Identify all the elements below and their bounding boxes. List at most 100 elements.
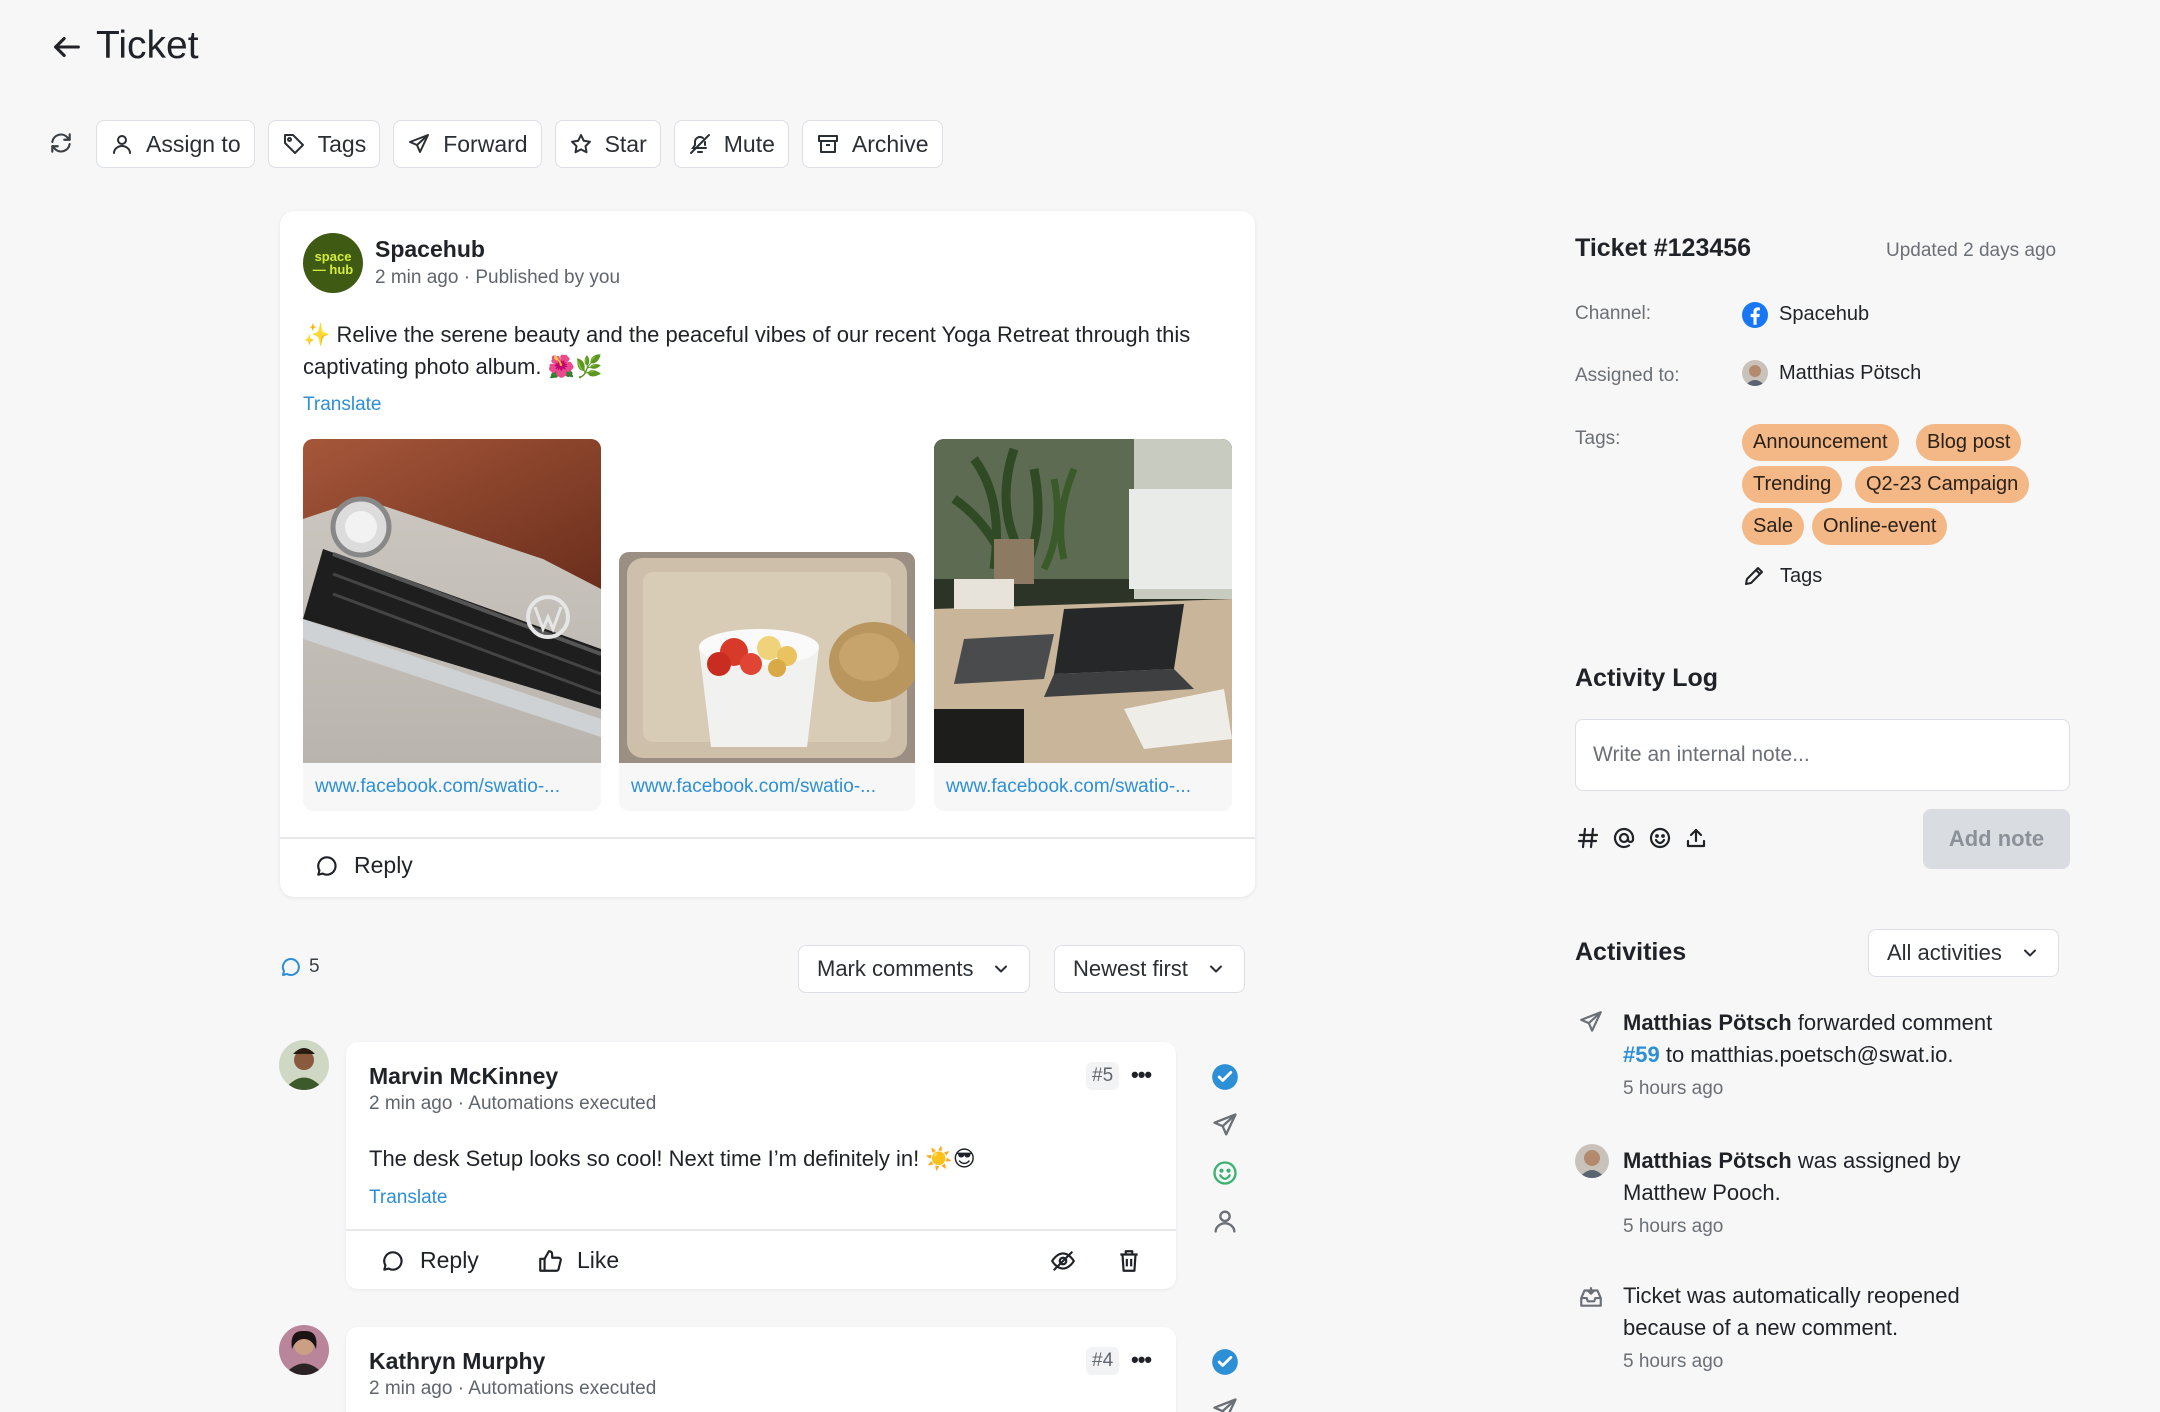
post-reply-button[interactable]: Reply — [314, 852, 413, 879]
food-photo[interactable] — [619, 552, 915, 763]
comment-link[interactable]: #59 — [1623, 1042, 1660, 1067]
post-image-card[interactable]: www.facebook.com/swatio-... — [619, 552, 915, 811]
comment-reply-button[interactable]: Reply — [380, 1247, 479, 1274]
sort-dropdown[interactable]: Newest first — [1054, 945, 1245, 993]
image-link[interactable]: www.facebook.com/swatio-... — [934, 763, 1232, 811]
mute-label: Mute — [723, 130, 775, 157]
smiley-icon[interactable] — [1211, 1159, 1239, 1187]
like-label: Like — [577, 1247, 620, 1273]
send-icon[interactable] — [1211, 1396, 1239, 1412]
back-arrow-icon[interactable] — [50, 30, 84, 64]
tag-chip[interactable]: Online-event — [1812, 508, 1948, 545]
internal-note-input[interactable] — [1575, 719, 2070, 791]
avatar[interactable] — [279, 1040, 329, 1090]
divider — [346, 1229, 1176, 1231]
archive-icon — [816, 132, 840, 156]
desk-photo[interactable] — [934, 439, 1232, 763]
hide-icon[interactable] — [1050, 1248, 1076, 1274]
channel-value: Spacehub — [1779, 303, 1870, 325]
comment-count: 5 — [279, 955, 320, 979]
divider — [280, 837, 1255, 839]
chevron-down-icon — [2020, 943, 2040, 963]
tag-chip[interactable]: Sale — [1742, 508, 1805, 545]
refresh-icon[interactable] — [48, 130, 74, 156]
sort-label: Newest first — [1073, 956, 1188, 981]
star-icon — [569, 132, 593, 156]
check-circle-icon[interactable] — [1211, 1348, 1239, 1376]
edit-tags-button[interactable]: Tags — [1742, 564, 1822, 588]
post-author: Spacehub — [375, 236, 485, 262]
comment-author: Kathryn Murphy — [369, 1348, 546, 1374]
mark-comments-dropdown[interactable]: Mark comments — [798, 945, 1031, 993]
activity-time: 5 hours ago — [1623, 1078, 1724, 1099]
check-circle-icon[interactable] — [1211, 1063, 1239, 1091]
tag-chip[interactable]: Blog post — [1916, 424, 2022, 461]
assign-to-button[interactable]: Assign to — [96, 120, 255, 168]
car-photo[interactable] — [303, 439, 601, 763]
user-icon — [110, 132, 134, 156]
tags-label: Tags — [317, 130, 367, 157]
user-icon[interactable] — [1211, 1207, 1239, 1235]
activity-rest: to matthias.poetsch@swat.io. — [1659, 1042, 1954, 1067]
activities-filter-dropdown[interactable]: All activities — [1868, 929, 2059, 977]
reply-label: Reply — [420, 1247, 479, 1273]
sparkle-emoji: ✨ — [303, 322, 331, 347]
page-title: Ticket — [96, 24, 199, 67]
chevron-down-icon — [1206, 959, 1226, 979]
translate-link[interactable]: Translate — [303, 394, 382, 416]
chevron-down-icon — [991, 959, 1011, 979]
trash-icon[interactable] — [1116, 1248, 1142, 1274]
comment-text: The desk Setup looks so cool! Next time … — [369, 1146, 976, 1171]
mute-button[interactable]: Mute — [673, 120, 789, 168]
comment-number: #5 — [1086, 1062, 1120, 1090]
post-emoji: 🌺🌿 — [547, 354, 603, 379]
send-icon — [407, 132, 431, 156]
tags-button[interactable]: Tags — [267, 120, 381, 168]
assign-to-label: Assign to — [146, 130, 241, 157]
more-options-icon[interactable]: ••• — [1131, 1062, 1152, 1088]
note-toolbar — [1576, 826, 1708, 850]
activity-actor: Matthias Pötsch — [1623, 1010, 1792, 1035]
image-link[interactable]: www.facebook.com/swatio-... — [303, 763, 601, 811]
like-button[interactable]: Like — [537, 1247, 619, 1274]
tag-icon — [282, 132, 306, 156]
comment-number: #4 — [1086, 1347, 1120, 1375]
hashtag-icon[interactable] — [1576, 826, 1600, 850]
archive-button[interactable]: Archive — [801, 120, 943, 168]
forward-button[interactable]: Forward — [393, 120, 542, 168]
tag-chip[interactable]: Trending — [1742, 466, 1843, 503]
ticket-title: Ticket #123456 — [1575, 234, 1752, 262]
comment-count-value: 5 — [309, 956, 320, 977]
tag-chip[interactable]: Announcement — [1742, 424, 1899, 461]
post-body: Relive the serene beauty and the peacefu… — [303, 322, 1191, 379]
send-icon[interactable] — [1211, 1111, 1239, 1139]
toolbar: Assign to Tags Forward Star Mute Archive — [96, 120, 943, 168]
updated-timestamp: Updated 2 days ago — [1886, 240, 2057, 261]
activity-time: 5 hours ago — [1623, 1216, 1724, 1237]
avatar[interactable] — [279, 1325, 329, 1375]
tag-chip[interactable]: Q2-23 Campaign — [1855, 466, 2030, 503]
mention-icon[interactable] — [1612, 826, 1636, 850]
thumbs-up-icon — [537, 1248, 563, 1274]
star-button[interactable]: Star — [554, 120, 661, 168]
translate-link[interactable]: Translate — [369, 1187, 448, 1209]
avatar — [1575, 1144, 1609, 1178]
activity-time: 5 hours ago — [1623, 1351, 1724, 1372]
add-note-button[interactable]: Add note — [1923, 809, 2070, 869]
activities-title: Activities — [1575, 938, 1687, 966]
more-options-icon[interactable]: ••• — [1131, 1347, 1152, 1373]
avatar-text-bottom: — hub — [312, 262, 354, 277]
assigned-value: Matthias Pötsch — [1779, 362, 1922, 384]
inbox-icon — [1578, 1284, 1604, 1310]
mark-comments-label: Mark comments — [817, 956, 974, 981]
comment-icon — [380, 1248, 406, 1274]
post-image-card[interactable]: www.facebook.com/swatio-... — [303, 439, 601, 811]
post-image-card[interactable]: www.facebook.com/swatio-... — [934, 439, 1232, 811]
upload-icon[interactable] — [1684, 826, 1708, 850]
channel-label: Channel: — [1575, 303, 1652, 324]
activity-log-title: Activity Log — [1575, 664, 1719, 692]
emoji-icon[interactable] — [1648, 826, 1672, 850]
star-label: Star — [604, 130, 647, 157]
image-link[interactable]: www.facebook.com/swatio-... — [619, 763, 915, 811]
post-text: ✨ Relive the serene beauty and the peace… — [303, 319, 1223, 383]
